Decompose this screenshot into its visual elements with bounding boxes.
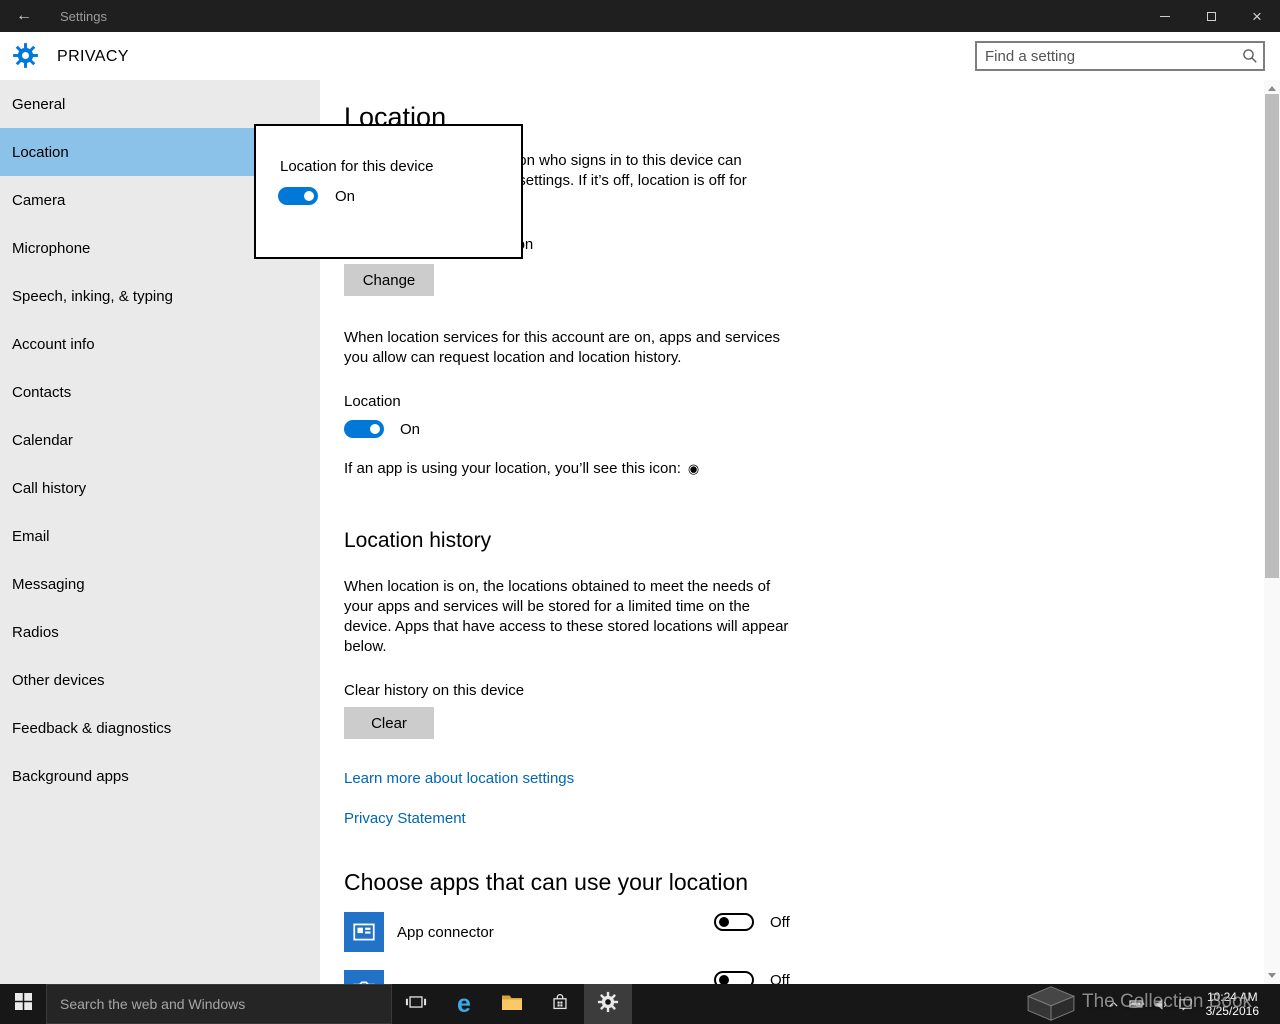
sidebar-item-messaging[interactable]: Messaging bbox=[0, 560, 320, 608]
taskbar-search-box[interactable] bbox=[46, 984, 392, 1024]
edge-icon: e bbox=[457, 989, 471, 1018]
sidebar-item-label: Email bbox=[12, 527, 50, 545]
system-tray: 10:24 AM 3/25/2016 bbox=[1107, 984, 1280, 1024]
app-row-camera: Camera Off bbox=[344, 970, 1264, 984]
learn-more-link[interactable]: Learn more about location settings bbox=[344, 769, 574, 789]
app-connector-icon bbox=[344, 912, 384, 952]
sidebar-item-label: Contacts bbox=[12, 383, 72, 401]
app-row-app-connector: App connector Off bbox=[344, 912, 1264, 952]
battery-icon[interactable] bbox=[1129, 996, 1145, 1012]
clear-button[interactable]: Clear bbox=[344, 707, 434, 739]
back-arrow-icon: ← bbox=[16, 7, 32, 24]
page-title: PRIVACY bbox=[57, 48, 129, 65]
sidebar-item-account-info[interactable]: Account info bbox=[0, 320, 320, 368]
minimize-button[interactable] bbox=[1142, 0, 1188, 32]
edge-button[interactable]: e bbox=[440, 984, 488, 1024]
sidebar-item-label: Call history bbox=[12, 479, 87, 497]
sidebar-item-label: Other devices bbox=[12, 671, 105, 689]
start-button[interactable] bbox=[0, 984, 46, 1024]
tray-chevron-up-icon[interactable] bbox=[1107, 998, 1120, 1011]
minimize-icon bbox=[1160, 15, 1170, 17]
sidebar-item-calendar[interactable]: Calendar bbox=[0, 416, 320, 464]
taskbar-clock[interactable]: 10:24 AM 3/25/2016 bbox=[1206, 990, 1259, 1018]
sidebar-item-background-apps[interactable]: Background apps bbox=[0, 752, 320, 800]
choose-apps-heading: Choose apps that can use your location bbox=[344, 869, 749, 895]
search-icon[interactable] bbox=[1237, 48, 1263, 64]
settings-gear-icon bbox=[597, 991, 619, 1018]
clock-time: 10:24 AM bbox=[1206, 990, 1258, 1004]
location-toggle[interactable] bbox=[344, 420, 384, 438]
file-explorer-button[interactable] bbox=[488, 984, 536, 1024]
sidebar-item-radios[interactable]: Radios bbox=[0, 608, 320, 656]
title-bar: ← Settings × bbox=[0, 0, 1280, 32]
settings-taskbar-button[interactable] bbox=[584, 984, 632, 1024]
page-header: PRIVACY bbox=[0, 32, 1280, 80]
task-view-icon bbox=[405, 991, 427, 1018]
change-button[interactable]: Change bbox=[344, 264, 434, 296]
clock-date: 3/25/2016 bbox=[1205, 1004, 1259, 1018]
sidebar-item-speech[interactable]: Speech, inking, & typing bbox=[0, 272, 320, 320]
action-center-icon[interactable] bbox=[1178, 997, 1193, 1012]
sidebar-item-contacts[interactable]: Contacts bbox=[0, 368, 320, 416]
window-controls: × bbox=[1142, 0, 1280, 32]
location-device-flyout: Location for this device On bbox=[254, 124, 523, 259]
settings-search-input[interactable] bbox=[977, 47, 1237, 65]
sidebar-item-general[interactable]: General bbox=[0, 80, 320, 128]
taskbar: e bbox=[0, 984, 1280, 1024]
sidebar-item-label: Feedback & diagnostics bbox=[12, 719, 172, 737]
settings-window: ← Settings × PRIVACY Find a setting Gene… bbox=[0, 0, 1280, 1024]
taskbar-search-input[interactable] bbox=[46, 984, 392, 1024]
store-button[interactable] bbox=[536, 984, 584, 1024]
speaker-icon[interactable] bbox=[1154, 997, 1169, 1012]
location-history-heading: Location history bbox=[344, 529, 492, 552]
windows-logo-icon bbox=[14, 993, 32, 1015]
close-button[interactable]: × bbox=[1234, 0, 1280, 32]
task-view-button[interactable] bbox=[392, 984, 440, 1024]
maximize-icon bbox=[1206, 11, 1216, 21]
sidebar-item-label: Background apps bbox=[12, 767, 129, 785]
sidebar-item-email[interactable]: Email bbox=[0, 512, 320, 560]
scrollbar-thumb[interactable] bbox=[1265, 94, 1279, 578]
privacy-statement-link[interactable]: Privacy Statement bbox=[344, 809, 466, 829]
close-icon: × bbox=[1252, 6, 1262, 26]
device-location-toggle[interactable] bbox=[278, 187, 318, 205]
scrollbar-down-icon[interactable] bbox=[1268, 973, 1276, 978]
sidebar-item-label: General bbox=[12, 95, 66, 113]
sidebar-item-label: Messaging bbox=[12, 575, 85, 593]
scrollbar-up-icon[interactable] bbox=[1268, 86, 1276, 91]
sidebar-item-label: Location bbox=[12, 143, 69, 161]
app-connector-toggle[interactable] bbox=[714, 913, 754, 931]
back-button[interactable]: ← bbox=[0, 7, 48, 25]
account-services-text: When location services for this account … bbox=[344, 329, 781, 366]
sidebar-item-call-history[interactable]: Call history bbox=[0, 464, 320, 512]
flyout-title: Location for this device bbox=[280, 158, 434, 175]
maximize-button[interactable] bbox=[1188, 0, 1234, 32]
app-connector-toggle-state: Off bbox=[770, 913, 790, 931]
location-history-text: When location is on, the locations obtai… bbox=[344, 578, 789, 655]
location-icon-note-text: If an app is using your location, you’ll… bbox=[344, 460, 681, 477]
sidebar-item-label: Calendar bbox=[12, 431, 73, 449]
location-toggle-label: Location bbox=[344, 393, 401, 410]
store-icon bbox=[549, 991, 571, 1018]
location-in-use-icon: ◉ bbox=[687, 461, 700, 476]
window-title: Settings bbox=[60, 8, 107, 24]
camera-app-icon bbox=[344, 970, 384, 984]
sidebar-item-feedback[interactable]: Feedback & diagnostics bbox=[0, 704, 320, 752]
sidebar-item-label: Camera bbox=[12, 191, 66, 209]
file-explorer-icon bbox=[500, 990, 524, 1019]
sidebar-item-label: Speech, inking, & typing bbox=[12, 287, 173, 305]
sidebar-item-label: Microphone bbox=[12, 239, 91, 257]
gear-icon bbox=[12, 42, 39, 74]
vertical-scrollbar[interactable] bbox=[1264, 80, 1280, 984]
settings-search-box[interactable] bbox=[975, 41, 1265, 71]
camera-app-toggle[interactable] bbox=[714, 971, 754, 984]
sidebar-item-label: Account info bbox=[12, 335, 95, 353]
clear-history-label: Clear history on this device bbox=[344, 682, 525, 699]
app-name: App connector bbox=[397, 923, 494, 941]
sidebar-item-label: Radios bbox=[12, 623, 59, 641]
camera-app-toggle-state: Off bbox=[770, 971, 790, 985]
device-location-toggle-state: On bbox=[335, 187, 356, 205]
sidebar-item-other-devices[interactable]: Other devices bbox=[0, 656, 320, 704]
location-toggle-state: On bbox=[400, 420, 421, 438]
